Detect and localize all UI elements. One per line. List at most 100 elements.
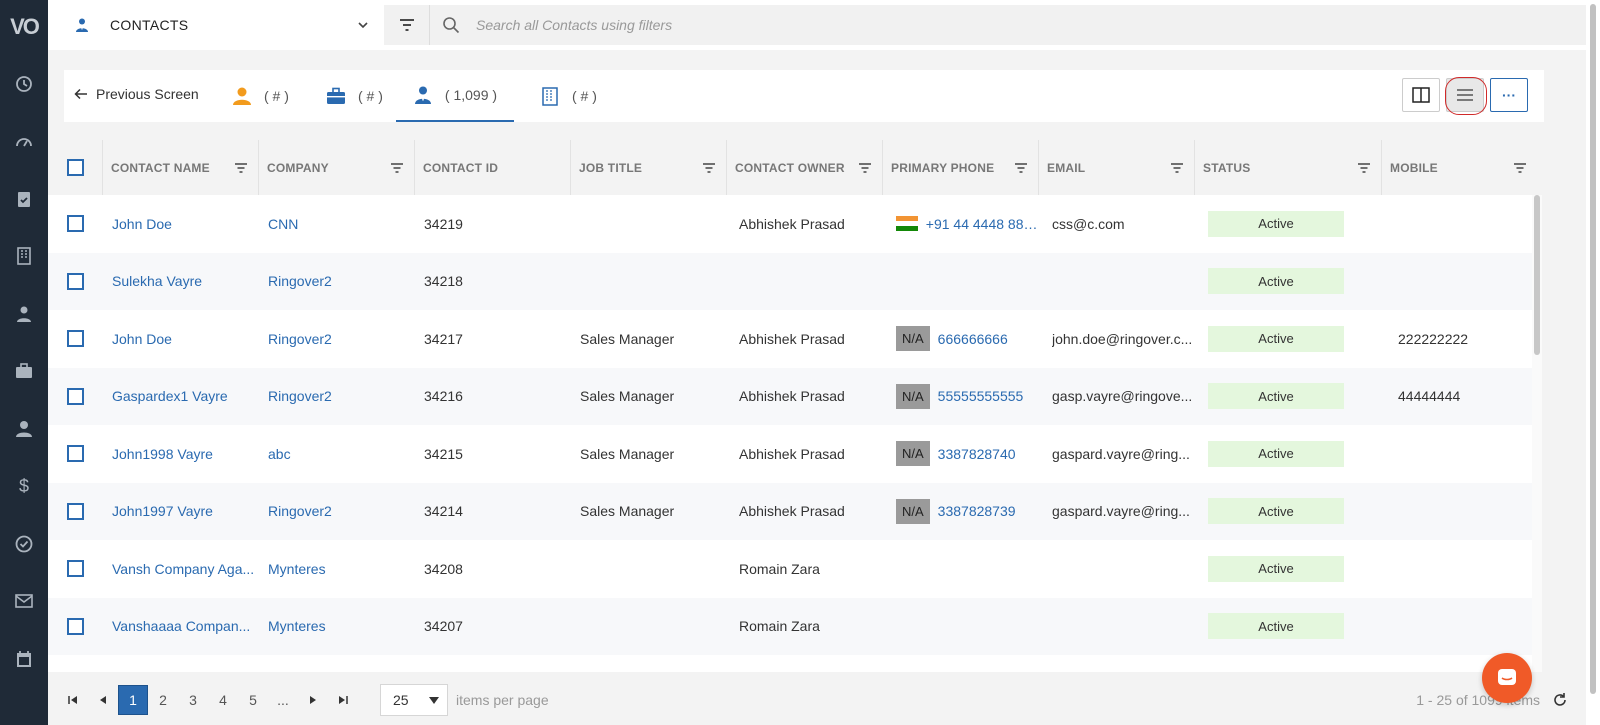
list-view-button[interactable]	[1445, 77, 1487, 115]
phone-link[interactable]: 3387828740	[938, 446, 1016, 462]
filter-button[interactable]	[384, 5, 430, 45]
svg-text:$: $	[19, 476, 29, 496]
chevron-down-icon[interactable]	[356, 18, 370, 32]
more-options-button[interactable]: ···	[1490, 78, 1528, 112]
dashboard-gauge-icon[interactable]	[12, 130, 36, 154]
page-button[interactable]: 3	[178, 685, 208, 715]
job-title-cell	[570, 253, 726, 311]
contact-id-cell: 34208	[424, 560, 463, 577]
page-ellipsis-button[interactable]: ...	[268, 685, 298, 715]
company-link[interactable]: Mynteres	[258, 598, 414, 656]
row-checkbox[interactable]	[66, 560, 84, 578]
previous-screen-link[interactable]: Previous Screen	[74, 86, 199, 102]
calendar-icon[interactable]	[12, 647, 36, 671]
contact-name-link[interactable]: John1998 Vayre	[102, 425, 258, 483]
chat-launcher-button[interactable]	[1482, 653, 1532, 703]
page-button[interactable]: 4	[208, 685, 238, 715]
row-checkbox[interactable]	[66, 272, 84, 290]
page-button[interactable]: 2	[148, 685, 178, 715]
table-row[interactable]: Sulekha Vayre Ringover2 34218 Active	[48, 252, 1542, 311]
contact-name-link[interactable]: John1997 Vayre	[102, 483, 258, 541]
building-icon[interactable]	[12, 244, 36, 268]
company-link[interactable]: Mynteres	[258, 540, 414, 598]
phone-link[interactable]: 666666666	[938, 331, 1008, 347]
row-checkbox-cell	[48, 540, 102, 598]
module-selector[interactable]: CONTACTS	[74, 10, 374, 40]
column-filter-icon[interactable]	[702, 161, 716, 175]
column-filter-icon[interactable]	[1170, 161, 1184, 175]
column-filter-icon[interactable]	[390, 161, 404, 175]
column-header-contact-id[interactable]: CONTACT ID	[414, 140, 570, 195]
column-header-status[interactable]: STATUS	[1194, 140, 1381, 195]
column-header-company[interactable]: COMPANY	[258, 140, 414, 195]
row-checkbox[interactable]	[66, 445, 84, 463]
phone-link[interactable]: 55555555555	[938, 388, 1024, 404]
company-link[interactable]: CNN	[258, 195, 414, 253]
first-page-button[interactable]	[58, 685, 88, 715]
tab-deals[interactable]: ( # )	[326, 70, 383, 122]
table-row[interactable]: Gaspardex1 Vayre Ringover2 34216 Sales M…	[48, 367, 1542, 426]
clipboard-check-icon[interactable]	[12, 187, 36, 211]
split-view-button[interactable]	[1402, 78, 1440, 112]
scrollbar-thumb[interactable]	[1534, 195, 1540, 355]
search-input[interactable]	[476, 17, 1076, 33]
table-row[interactable]: John1997 Vayre Ringover2 34214 Sales Man…	[48, 482, 1542, 541]
column-header-contact-owner[interactable]: CONTACT OWNER	[726, 140, 882, 195]
mail-icon[interactable]	[12, 589, 36, 613]
phone-link[interactable]: +91 44 4448 8888	[926, 216, 1038, 232]
column-header-job-title[interactable]: JOB TITLE	[570, 140, 726, 195]
check-circle-icon[interactable]	[12, 532, 36, 556]
table-row[interactable]: Vansh Company Aga... Mynteres 34208 Roma…	[48, 540, 1542, 598]
row-checkbox[interactable]	[66, 387, 84, 405]
contact-name-link[interactable]: Vanshaaaa Compan...	[102, 598, 258, 656]
contact-name-link[interactable]: John Doe	[102, 310, 258, 368]
table-row[interactable]: Vanshaaaa Compan... Mynteres 34207 Romai…	[48, 597, 1542, 656]
column-filter-icon[interactable]	[858, 161, 872, 175]
table-row[interactable]: John Doe Ringover2 34217 Sales Manager A…	[48, 310, 1542, 368]
contact-name-link[interactable]: Vansh Company Aga...	[102, 540, 258, 598]
person-icon[interactable]	[12, 417, 36, 441]
page-button[interactable]: 5	[238, 685, 268, 715]
column-header-email[interactable]: EMAIL	[1038, 140, 1194, 195]
contact-name-link[interactable]: Sulekha Vayre	[102, 253, 258, 311]
grid-scrollbar[interactable]	[1532, 195, 1542, 672]
page-button[interactable]: 1	[118, 685, 148, 715]
last-page-button[interactable]	[328, 685, 358, 715]
company-link[interactable]: Ringover2	[258, 253, 414, 311]
next-page-button[interactable]	[298, 685, 328, 715]
company-link[interactable]: Ringover2	[258, 368, 414, 426]
row-checkbox[interactable]	[66, 330, 84, 348]
page-scrollbar[interactable]	[1586, 0, 1600, 725]
row-checkbox[interactable]	[66, 617, 84, 635]
table-row[interactable]: John Doe CNN 34219 Abhishek Prasad +91 4…	[48, 195, 1542, 253]
history-icon[interactable]	[12, 72, 36, 96]
prev-page-button[interactable]	[88, 685, 118, 715]
contact-name-link[interactable]: John Doe	[102, 195, 258, 253]
column-filter-icon[interactable]	[1014, 161, 1028, 175]
column-header-mobile[interactable]: MOBILE	[1381, 140, 1537, 195]
column-filter-icon[interactable]	[1357, 161, 1371, 175]
page-size-select[interactable]: 25	[380, 684, 448, 716]
contacts-icon[interactable]	[12, 302, 36, 326]
column-filter-icon[interactable]	[234, 161, 248, 175]
dollar-icon[interactable]: $	[12, 474, 36, 498]
briefcase-icon[interactable]	[12, 359, 36, 383]
select-all-checkbox[interactable]	[66, 159, 84, 176]
tab-companies[interactable]: ( # )	[540, 70, 597, 122]
app-logo[interactable]: VO	[6, 14, 42, 42]
column-header-primary-phone[interactable]: PRIMARY PHONE	[882, 140, 1038, 195]
column-filter-icon[interactable]	[1513, 161, 1527, 175]
tab-people[interactable]: ( # )	[232, 70, 289, 122]
row-checkbox[interactable]	[66, 215, 84, 233]
page-scrollbar-thumb[interactable]	[1590, 4, 1596, 694]
row-checkbox[interactable]	[66, 502, 84, 520]
phone-link[interactable]: 3387828739	[938, 503, 1016, 519]
company-link[interactable]: abc	[258, 425, 414, 483]
tab-contacts[interactable]: ( 1,099 )	[396, 70, 514, 122]
table-row[interactable]: John1998 Vayre abc 34215 Sales Manager A…	[48, 425, 1542, 483]
column-header-contact-name[interactable]: CONTACT NAME	[102, 140, 258, 195]
company-link[interactable]: Ringover2	[258, 483, 414, 541]
company-link[interactable]: Ringover2	[258, 310, 414, 368]
contact-name-link[interactable]: Gaspardex1 Vayre	[102, 368, 258, 426]
refresh-icon[interactable]	[1552, 692, 1568, 708]
